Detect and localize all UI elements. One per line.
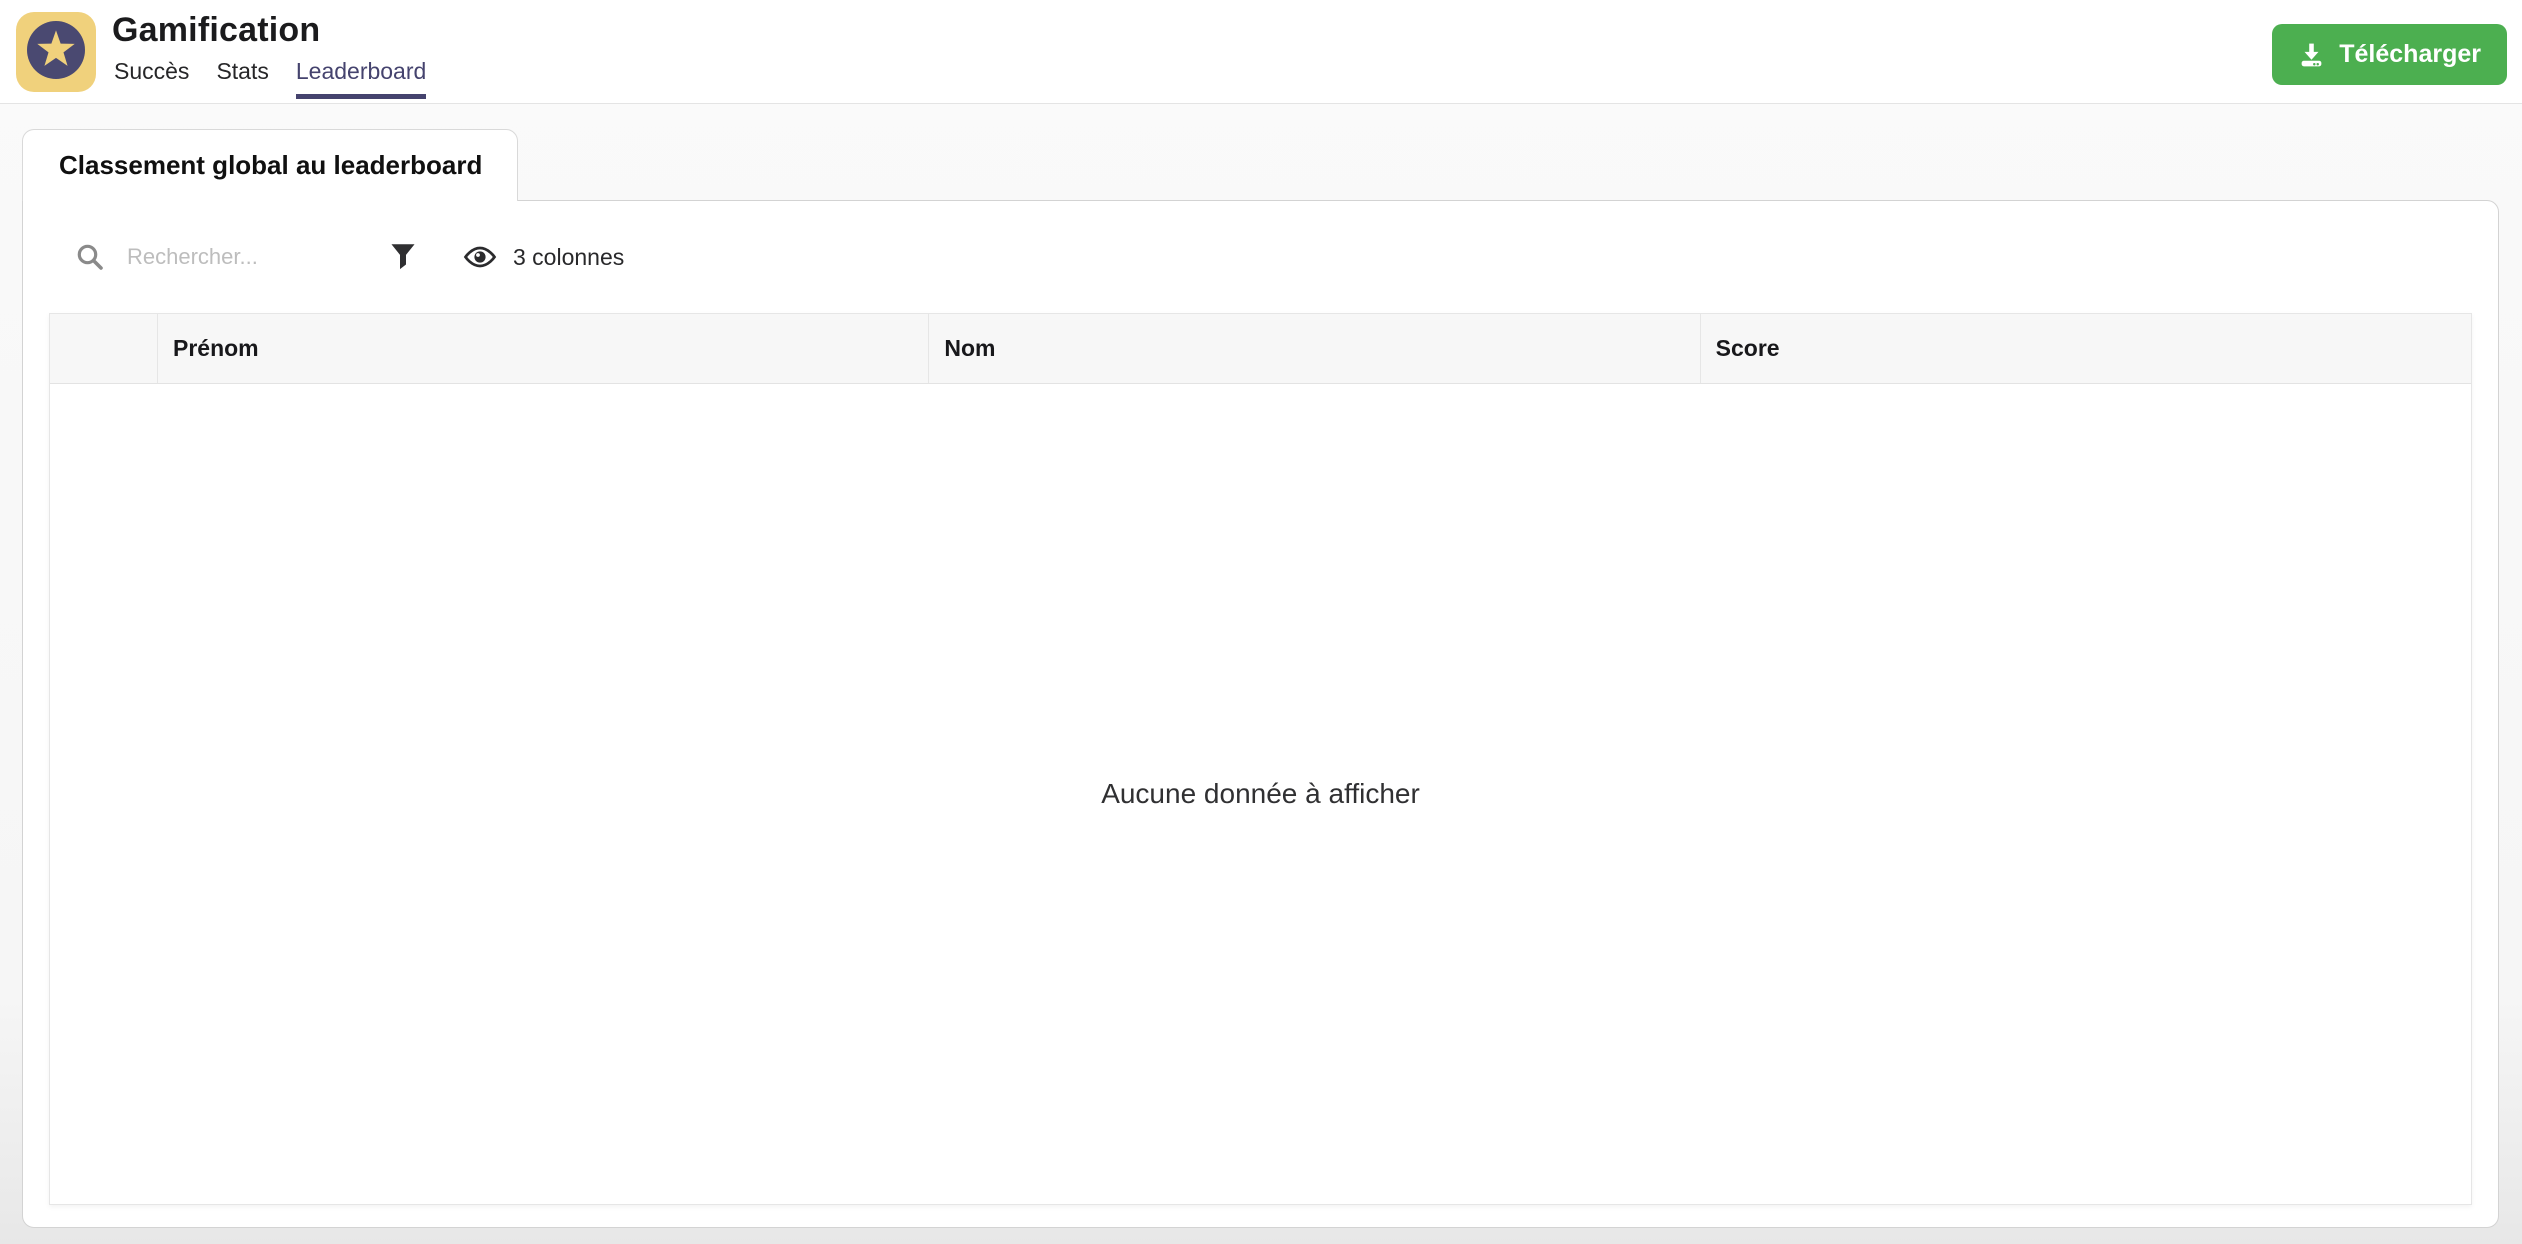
table-header-row: Prénom Nom Score — [50, 314, 2471, 384]
table-header-prenom[interactable]: Prénom — [157, 314, 928, 383]
tab-stats[interactable]: Stats — [216, 56, 268, 99]
tab-leaderboard[interactable]: Leaderboard — [295, 56, 427, 99]
panel-tab-title: Classement global au leaderboard — [59, 150, 483, 180]
table-body: Aucune donnée à afficher — [50, 384, 2471, 1204]
search-input[interactable] — [127, 244, 377, 270]
search-icon — [75, 242, 105, 272]
leaderboard-table: Prénom Nom Score Aucune donnée à affiche… — [49, 313, 2472, 1205]
download-button[interactable]: Télécharger — [2272, 24, 2507, 85]
leaderboard-panel: 3 colonnes Prénom Nom Score Aucune donné… — [22, 200, 2499, 1228]
filter-button[interactable] — [385, 238, 421, 276]
top-header: Gamification Succès Stats Leaderboard Té… — [0, 0, 2522, 104]
panel-tab-classement[interactable]: Classement global au leaderboard — [22, 129, 518, 201]
header-nav: Succès Stats Leaderboard — [114, 56, 427, 99]
table-header-nom[interactable]: Nom — [928, 314, 1699, 383]
empty-state-message: Aucune donnée à afficher — [1101, 778, 1420, 809]
eye-icon — [463, 244, 497, 270]
columns-visibility-toggle[interactable]: 3 colonnes — [463, 244, 624, 271]
table-toolbar: 3 colonnes — [23, 201, 2498, 282]
table-header-select — [50, 314, 157, 383]
download-icon — [2298, 41, 2325, 68]
tab-succes[interactable]: Succès — [114, 56, 189, 99]
main-content: Classement global au leaderboard Recherc… — [0, 104, 2522, 1228]
download-button-label: Télécharger — [2339, 40, 2481, 68]
columns-count-label: 3 colonnes — [513, 243, 625, 270]
page-title: Gamification — [112, 11, 321, 49]
table-header-score[interactable]: Score — [1699, 314, 2471, 383]
app-logo — [16, 12, 96, 92]
funnel-icon — [389, 242, 417, 272]
star-badge-icon — [27, 20, 85, 84]
